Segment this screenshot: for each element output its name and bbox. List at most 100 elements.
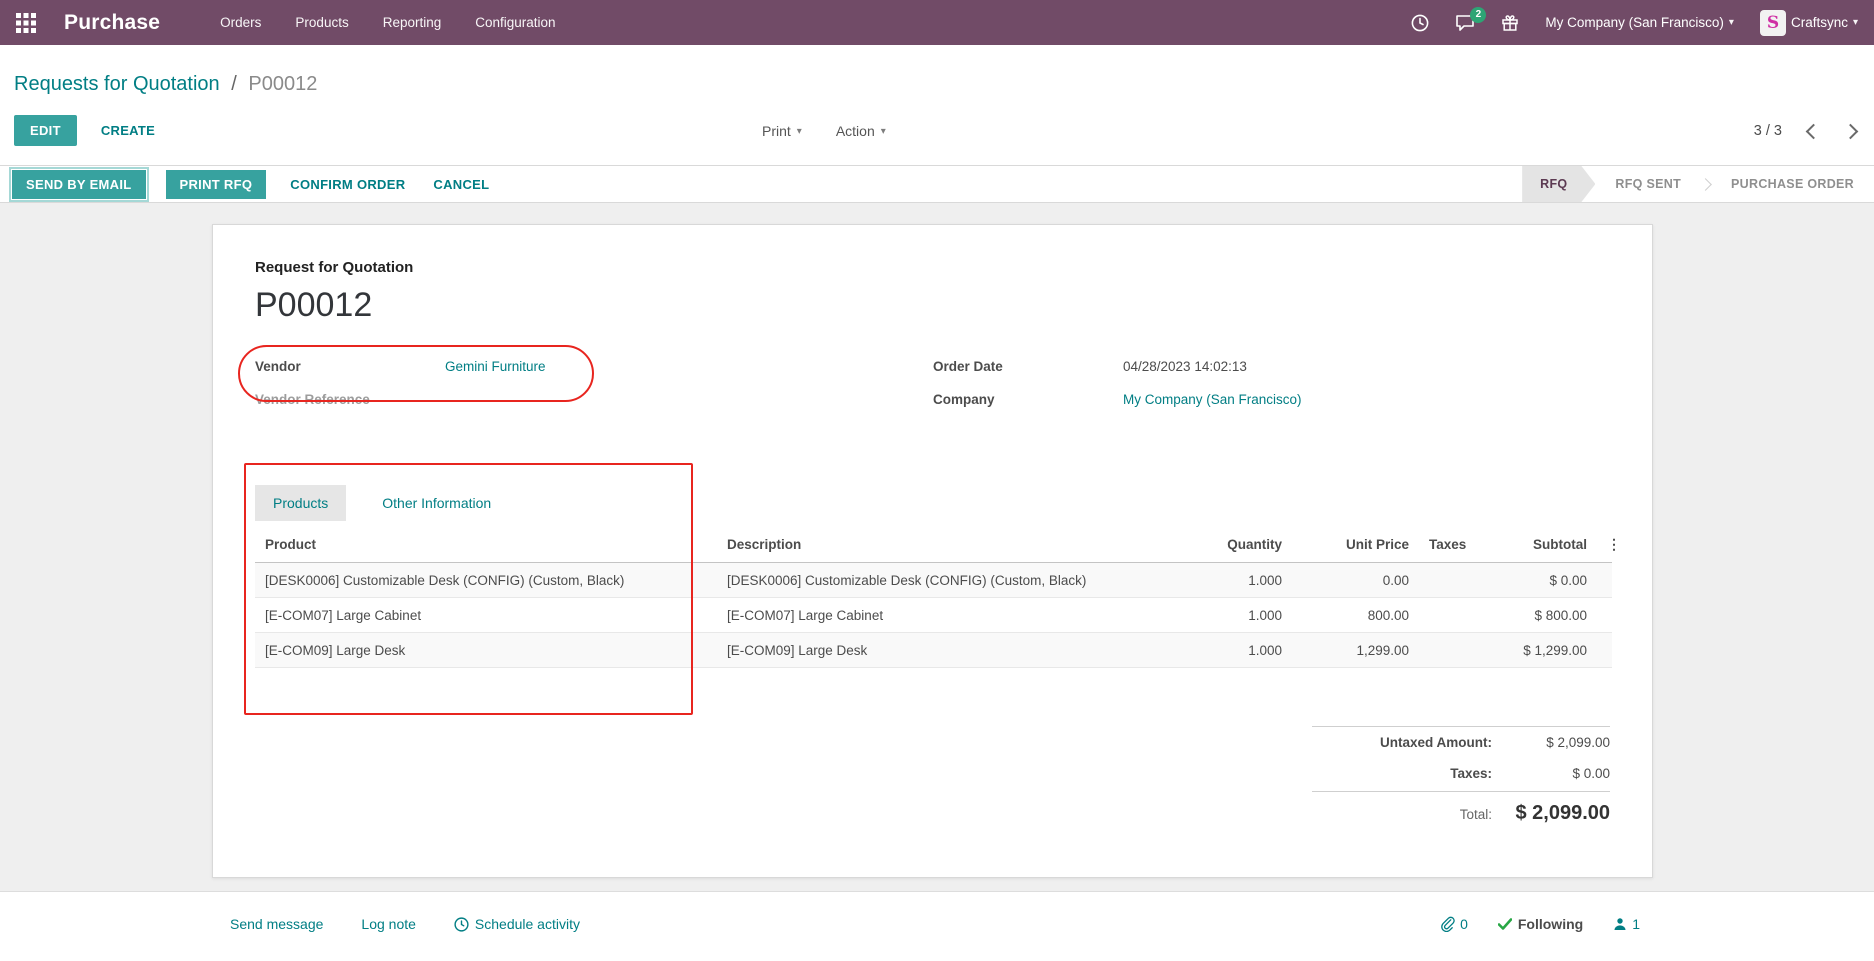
chevron-right-icon bbox=[1701, 166, 1711, 202]
cell-taxes[interactable] bbox=[1419, 633, 1494, 668]
column-unit-price[interactable]: Unit Price bbox=[1292, 527, 1419, 563]
status-step-rfq[interactable]: RFQ bbox=[1522, 166, 1595, 202]
cell-product[interactable]: [E-COM09] Large Desk bbox=[255, 633, 717, 668]
notebook-tabs: Products Other Information bbox=[255, 485, 1610, 521]
send-message-button[interactable]: Send message bbox=[230, 916, 323, 932]
clock-icon bbox=[454, 917, 469, 932]
chevron-down-icon: ▾ bbox=[881, 126, 886, 137]
pager-count: 3 / 3 bbox=[1754, 123, 1782, 139]
column-quantity[interactable]: Quantity bbox=[1162, 527, 1292, 563]
avatar: S bbox=[1760, 10, 1786, 36]
cell-product[interactable]: [E-COM07] Large Cabinet bbox=[255, 598, 717, 633]
followers-button[interactable]: 1 bbox=[1613, 916, 1640, 932]
gift-icon[interactable] bbox=[1501, 14, 1519, 32]
send-by-email-button[interactable]: SEND BY EMAIL bbox=[12, 170, 146, 199]
edit-button[interactable]: EDIT bbox=[14, 115, 77, 146]
following-toggle[interactable]: Following bbox=[1498, 916, 1583, 932]
breadcrumb-current: P00012 bbox=[248, 73, 317, 95]
menu-reporting[interactable]: Reporting bbox=[383, 15, 442, 30]
cell-subtotal: $ 800.00 bbox=[1494, 598, 1597, 633]
chevron-down-icon: ▾ bbox=[1853, 17, 1858, 28]
company-value-link[interactable]: My Company (San Francisco) bbox=[1123, 392, 1302, 407]
attachments-count: 0 bbox=[1460, 916, 1468, 932]
control-panel: Requests for Quotation / P00012 EDIT CRE… bbox=[0, 45, 1874, 165]
pager-previous-icon[interactable] bbox=[1806, 123, 1822, 139]
order-date-label: Order Date bbox=[933, 359, 1123, 374]
tab-products[interactable]: Products bbox=[255, 485, 346, 521]
column-subtotal[interactable]: Subtotal bbox=[1494, 527, 1597, 563]
navbar-right: 2 My Company (San Francisco)▾ S Craftsyn… bbox=[1411, 10, 1858, 36]
status-steps: RFQ RFQ SENT PURCHASE ORDER bbox=[1522, 166, 1874, 202]
column-product[interactable]: Product bbox=[255, 527, 717, 563]
vendor-label: Vendor bbox=[255, 359, 445, 374]
app-name[interactable]: Purchase bbox=[64, 11, 160, 35]
check-icon bbox=[1498, 918, 1512, 930]
cell-description[interactable]: [E-COM07] Large Cabinet bbox=[717, 598, 1162, 633]
chevron-down-icon: ▾ bbox=[797, 126, 802, 137]
menu-products[interactable]: Products bbox=[295, 15, 348, 30]
confirm-order-button[interactable]: CONFIRM ORDER bbox=[286, 170, 409, 199]
cell-description[interactable]: [DESK0006] Customizable Desk (CONFIG) (C… bbox=[717, 563, 1162, 598]
table-row[interactable]: [DESK0006] Customizable Desk (CONFIG) (C… bbox=[255, 563, 1612, 598]
cell-quantity[interactable]: 1.000 bbox=[1162, 563, 1292, 598]
apps-grid-icon[interactable] bbox=[16, 12, 38, 34]
optional-columns-icon[interactable]: ⋮ bbox=[1607, 536, 1621, 552]
taxes-label: Taxes: bbox=[1450, 766, 1492, 781]
status-step-rfq-sent[interactable]: RFQ SENT bbox=[1595, 166, 1701, 202]
main-menu: Orders Products Reporting Configuration bbox=[220, 15, 555, 30]
schedule-activity-button[interactable]: Schedule activity bbox=[454, 916, 580, 932]
cancel-button[interactable]: CANCEL bbox=[429, 170, 493, 199]
totals-summary: Untaxed Amount: $ 2,099.00 Taxes: $ 0.00… bbox=[1312, 726, 1610, 833]
taxes-value: $ 0.00 bbox=[1492, 766, 1610, 781]
attachments-button[interactable]: 0 bbox=[1440, 916, 1468, 932]
user-menu[interactable]: S Craftsync▾ bbox=[1760, 10, 1858, 36]
cell-quantity[interactable]: 1.000 bbox=[1162, 633, 1292, 668]
paperclip-icon bbox=[1440, 916, 1455, 932]
followers-count: 1 bbox=[1632, 916, 1640, 932]
company-label: Company bbox=[933, 392, 1123, 407]
cell-product[interactable]: [DESK0006] Customizable Desk (CONFIG) (C… bbox=[255, 563, 717, 598]
print-rfq-button[interactable]: PRINT RFQ bbox=[166, 170, 267, 199]
cell-subtotal: $ 0.00 bbox=[1494, 563, 1597, 598]
cell-taxes[interactable] bbox=[1419, 598, 1494, 633]
breadcrumb: Requests for Quotation / P00012 bbox=[14, 73, 317, 96]
chatter-footer: Send message Log note Schedule activity … bbox=[0, 891, 1874, 961]
vendor-value-link[interactable]: Gemini Furniture bbox=[445, 359, 546, 374]
cell-unit-price[interactable]: 1,299.00 bbox=[1292, 633, 1419, 668]
breadcrumb-separator: / bbox=[231, 73, 237, 95]
menu-orders[interactable]: Orders bbox=[220, 15, 261, 30]
total-value: $ 2,099.00 bbox=[1492, 802, 1610, 825]
cell-subtotal: $ 1,299.00 bbox=[1494, 633, 1597, 668]
menu-configuration[interactable]: Configuration bbox=[475, 15, 555, 30]
tab-other-information[interactable]: Other Information bbox=[364, 485, 509, 521]
table-header-row: Product Description Quantity Unit Price … bbox=[255, 527, 1612, 563]
company-switcher[interactable]: My Company (San Francisco)▾ bbox=[1545, 15, 1734, 30]
cell-quantity[interactable]: 1.000 bbox=[1162, 598, 1292, 633]
cell-unit-price[interactable]: 0.00 bbox=[1292, 563, 1419, 598]
breadcrumb-parent-link[interactable]: Requests for Quotation bbox=[14, 73, 220, 95]
action-dropdown[interactable]: Action▾ bbox=[836, 123, 886, 139]
top-navbar: Purchase Orders Products Reporting Confi… bbox=[0, 0, 1874, 45]
messages-icon[interactable]: 2 bbox=[1455, 14, 1475, 32]
cell-taxes[interactable] bbox=[1419, 563, 1494, 598]
create-button[interactable]: CREATE bbox=[99, 115, 157, 146]
form-statusbar: SEND BY EMAIL PRINT RFQ CONFIRM ORDER CA… bbox=[0, 165, 1874, 203]
cell-unit-price[interactable]: 800.00 bbox=[1292, 598, 1419, 633]
person-icon bbox=[1613, 917, 1627, 931]
print-dropdown[interactable]: Print▾ bbox=[762, 123, 802, 139]
table-row[interactable]: [E-COM09] Large Desk [E-COM09] Large Des… bbox=[255, 633, 1612, 668]
table-row[interactable]: [E-COM07] Large Cabinet [E-COM07] Large … bbox=[255, 598, 1612, 633]
pager-next-icon[interactable] bbox=[1843, 123, 1859, 139]
purchase-app-page: Purchase Orders Products Reporting Confi… bbox=[0, 0, 1874, 961]
status-step-purchase-order[interactable]: PURCHASE ORDER bbox=[1711, 166, 1874, 202]
log-note-button[interactable]: Log note bbox=[361, 916, 416, 932]
order-date-value[interactable]: 04/28/2023 14:02:13 bbox=[1123, 359, 1247, 374]
chevron-down-icon: ▾ bbox=[1729, 17, 1734, 28]
column-taxes[interactable]: Taxes bbox=[1419, 527, 1494, 563]
untaxed-amount-label: Untaxed Amount: bbox=[1380, 735, 1492, 750]
activities-clock-icon[interactable] bbox=[1411, 14, 1429, 32]
cell-description[interactable]: [E-COM09] Large Desk bbox=[717, 633, 1162, 668]
document-type-label: Request for Quotation bbox=[255, 259, 1610, 276]
column-description[interactable]: Description bbox=[717, 527, 1162, 563]
rfq-form-sheet: Request for Quotation P00012 Vendor Gemi… bbox=[212, 224, 1653, 878]
